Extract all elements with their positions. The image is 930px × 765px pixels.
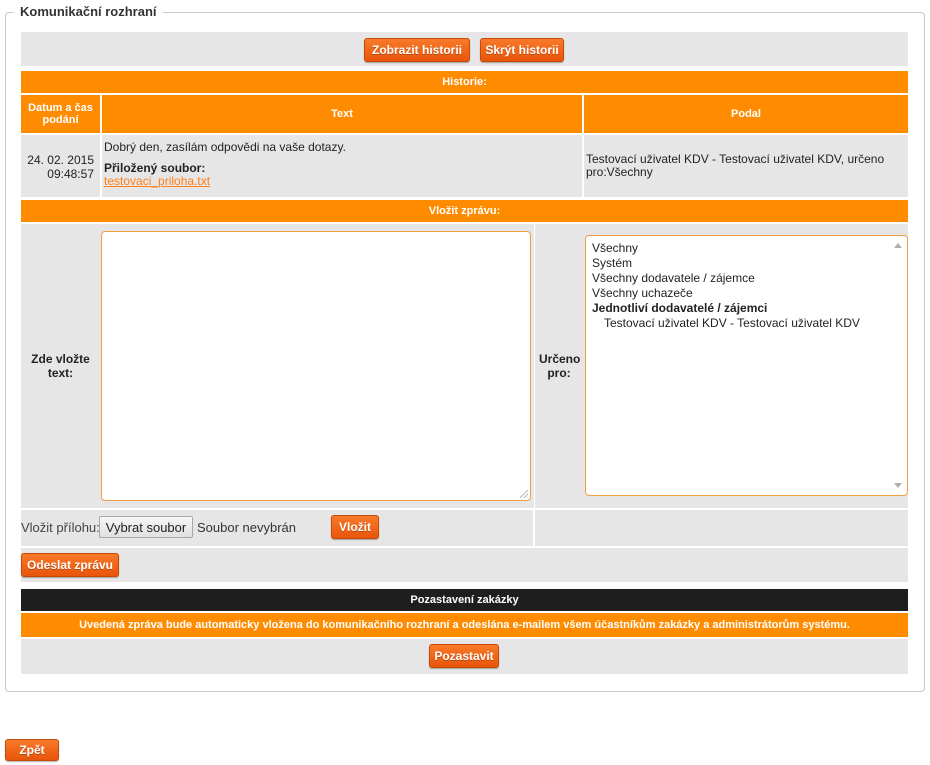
history-date-cell: 24. 02. 2015 09:48:57	[21, 135, 100, 197]
recipient-option[interactable]: Testovací uživatel KDV - Testovací uživa…	[592, 316, 860, 331]
history-submitted-by: Testovací uživatel KDV - Testovací uživa…	[586, 152, 885, 179]
history-date: 24. 02. 2015	[27, 153, 94, 167]
recipient-option[interactable]: Všechny	[592, 241, 860, 256]
recipient-option[interactable]: Všechny dodavatele / zájemce	[592, 271, 860, 286]
recipient-option[interactable]: Systém	[592, 256, 860, 271]
recipient-group: Jednotliví dodavatelé / zájemci	[592, 301, 768, 315]
history-time: 09:48:57	[47, 167, 94, 181]
text-label: Zde vložte text:	[21, 224, 100, 508]
recipient-options: Všechny Systém Všechny dodavatele / záje…	[592, 241, 860, 331]
recipient-option[interactable]: Všechny uchazeče	[592, 286, 860, 301]
send-message-button[interactable]: Odeslat zprávu	[21, 553, 119, 577]
column-header-text: Text	[102, 95, 582, 133]
attach-label: Vložit přílohu:	[21, 520, 100, 535]
hide-history-button[interactable]: Skrýt historii	[480, 38, 564, 62]
attachment-row-spacer	[535, 510, 908, 546]
choose-file-button[interactable]: Vybrat soubor	[99, 516, 193, 538]
recipient-scrollbar[interactable]	[890, 237, 906, 494]
compose-title: Vložit zprávu:	[21, 200, 908, 222]
suspend-button[interactable]: Pozastavit	[429, 644, 499, 668]
suspend-title: Pozastavení zakázky	[21, 589, 908, 611]
fieldset-legend: Komunikační rozhraní	[14, 4, 163, 19]
history-submitted-by-cell: Testovací uživatel KDV - Testovací uživa…	[584, 135, 908, 197]
column-header-submitted-by: Podal	[584, 95, 908, 133]
history-title: Historie:	[21, 71, 908, 93]
scroll-down-icon[interactable]	[894, 483, 902, 488]
send-row	[21, 548, 908, 582]
recipient-select[interactable]: Všechny Systém Všechny dodavatele / záje…	[585, 235, 908, 496]
message-textarea[interactable]	[101, 231, 531, 501]
scroll-up-icon[interactable]	[894, 243, 902, 248]
recipient-label: Určeno pro:	[535, 224, 583, 508]
back-button[interactable]: Zpět	[5, 739, 59, 761]
no-file-text: Soubor nevybrán	[197, 520, 297, 535]
insert-attachment-button[interactable]: Vložit	[331, 515, 379, 539]
history-text-cell: Dobrý den, zasílám odpovědi na vaše dota…	[102, 135, 582, 197]
suspend-notice: Uvedená zpráva bude automaticky vložena …	[21, 613, 908, 637]
attachment-link[interactable]: testovaci_priloha.txt	[104, 174, 210, 188]
resize-grip-icon[interactable]	[520, 490, 528, 498]
history-message: Dobrý den, zasílám odpovědi na vaše dota…	[104, 140, 346, 154]
column-header-date: Datum a čas podání	[21, 95, 100, 133]
show-history-button[interactable]: Zobrazit historii	[364, 38, 470, 62]
